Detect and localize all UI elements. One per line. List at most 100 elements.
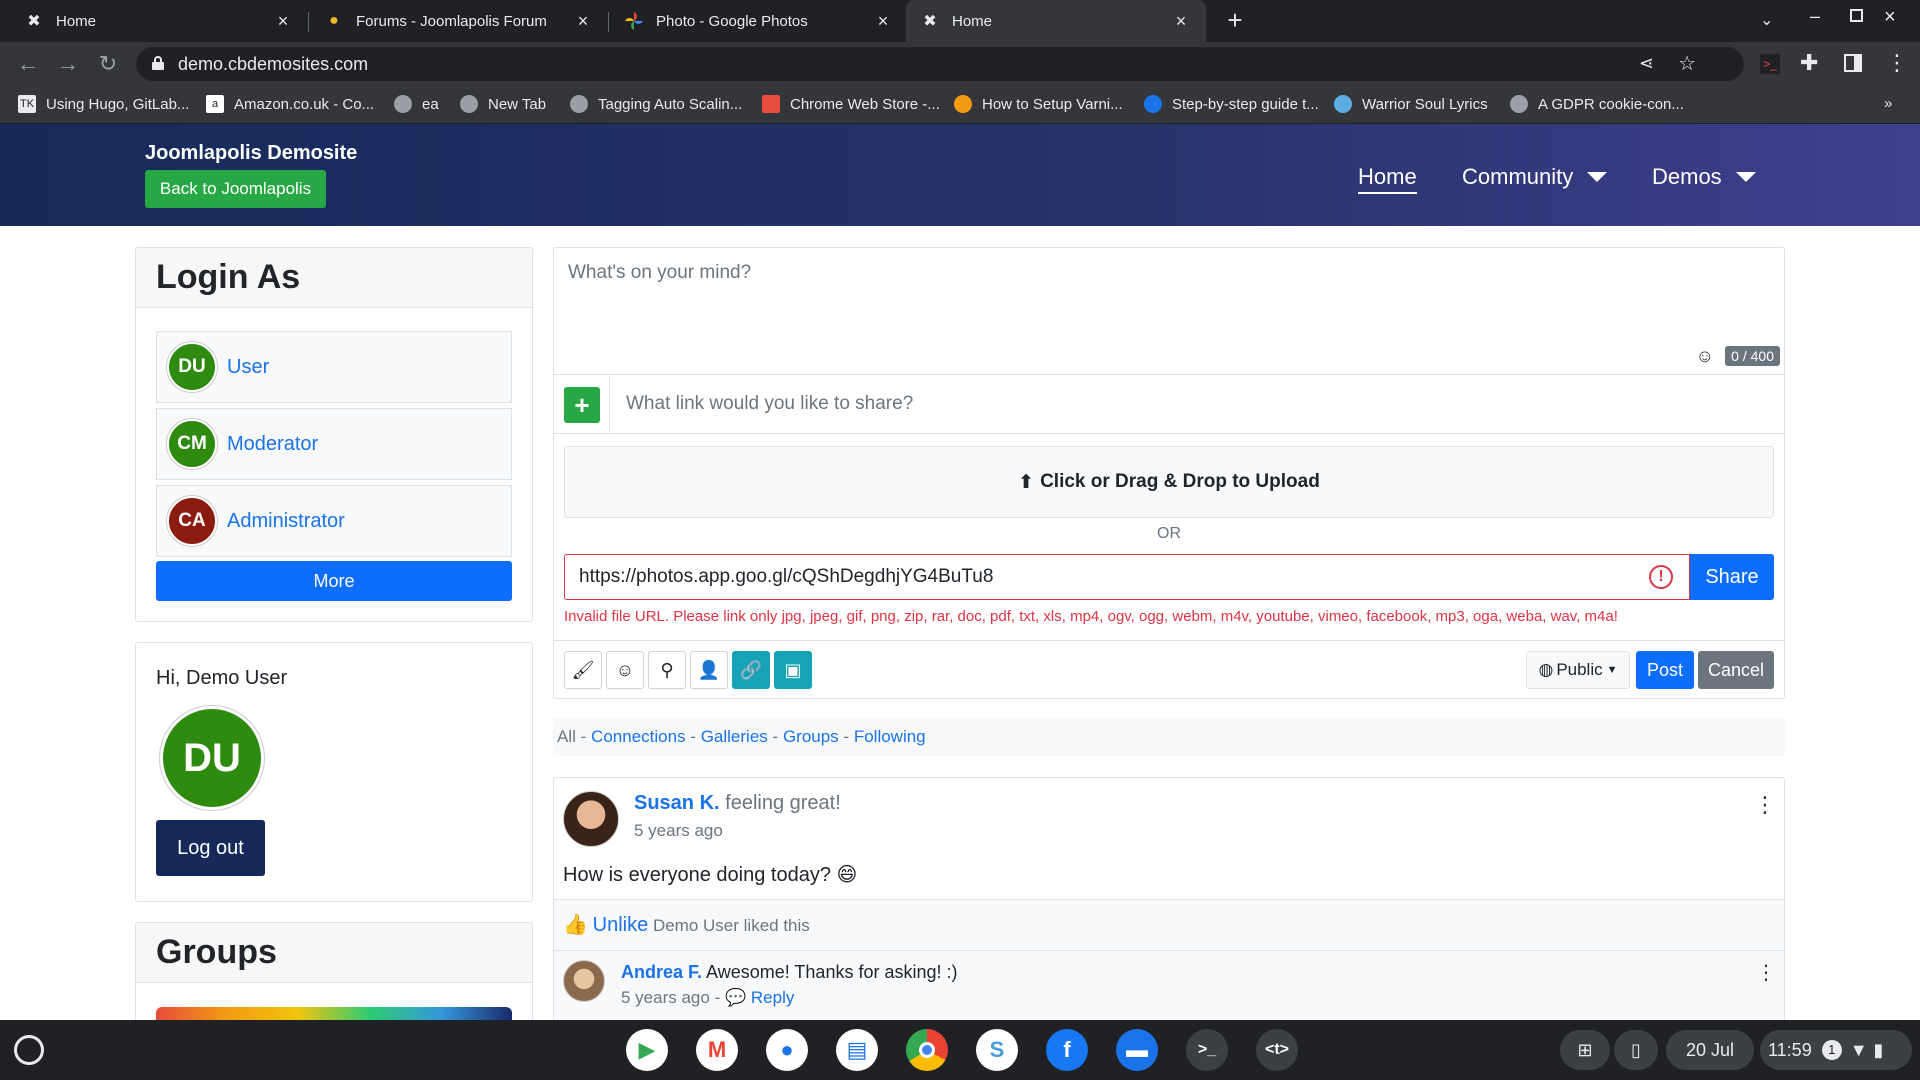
extension-terminal-icon[interactable]: >_ — [1760, 54, 1780, 74]
filter-groups[interactable]: Groups — [783, 727, 839, 747]
launcher-icon[interactable] — [14, 1035, 44, 1065]
emoji-icon[interactable]: ☺ — [606, 651, 644, 689]
docs-icon[interactable]: ▤ — [836, 1029, 878, 1071]
logout-button[interactable]: Log out — [156, 820, 265, 876]
rocket-icon — [954, 95, 972, 113]
browser-tab[interactable]: Photo - Google Photos × — [610, 0, 908, 42]
profile-avatar[interactable]: DU — [160, 706, 264, 810]
date-pill[interactable]: 20 Jul — [1666, 1030, 1754, 1070]
comment-timestamp[interactable]: 5 years ago — [621, 988, 710, 1007]
share-icon[interactable]: ⋖ — [1639, 53, 1654, 74]
tote-icon[interactable]: ⊞ — [1560, 1030, 1610, 1070]
tab-search-icon[interactable]: ⌄ — [1760, 10, 1773, 30]
bookmark-item[interactable]: Warrior Soul Lyrics — [1334, 95, 1488, 113]
unlike-link[interactable]: Unlike — [593, 914, 649, 936]
bookmark-item[interactable]: Tagging Auto Scalin... — [570, 95, 742, 113]
user-tag-icon[interactable]: 👤 — [690, 651, 728, 689]
bookmark-item[interactable]: A GDPR cookie-con... — [1510, 95, 1684, 113]
forward-icon[interactable]: → — [54, 50, 82, 78]
emoji-icon[interactable]: ☺ — [1696, 346, 1714, 367]
paintbrush-icon[interactable]: 🖌 — [564, 651, 602, 689]
comment-options-icon[interactable]: ⋮ — [1756, 960, 1776, 985]
post-button[interactable]: Post — [1636, 651, 1694, 689]
login-administrator-row[interactable]: CA Administrator — [156, 485, 512, 557]
location-pin-icon[interactable]: ⚲ — [648, 651, 686, 689]
close-window-icon[interactable]: × — [1884, 6, 1896, 29]
facebook-icon[interactable]: f — [1046, 1029, 1088, 1071]
chat-icon[interactable]: ● — [766, 1029, 808, 1071]
nav-home[interactable]: Home — [1358, 164, 1417, 194]
back-icon[interactable]: ← — [14, 50, 42, 78]
browser-tab-active[interactable]: ✖ Home × — [906, 0, 1206, 42]
nav-demos[interactable]: Demos — [1652, 164, 1756, 190]
avatar[interactable] — [563, 960, 605, 1002]
post-options-icon[interactable]: ⋮ — [1754, 792, 1776, 818]
post-author-link[interactable]: Susan K. — [634, 792, 720, 814]
terminal-icon[interactable]: >_ — [1186, 1029, 1228, 1071]
chrome-icon[interactable] — [906, 1029, 948, 1071]
google-photos-icon — [624, 11, 644, 31]
image-icon[interactable]: ▣ — [774, 651, 812, 689]
close-icon[interactable]: × — [872, 11, 894, 32]
phone-hub-icon[interactable]: ▯ — [1614, 1030, 1658, 1070]
privacy-dropdown[interactable]: ◍ Public ▼ — [1526, 651, 1630, 689]
add-link-button[interactable]: + — [564, 387, 600, 423]
filter-all[interactable]: All — [557, 727, 576, 747]
login-administrator-link[interactable]: Administrator — [227, 510, 345, 533]
more-menu-icon[interactable]: ⋮ — [1886, 50, 1908, 76]
more-bookmarks-icon[interactable]: » — [1884, 95, 1892, 112]
upload-dropzone[interactable]: ⬆ Click or Drag & Drop to Upload — [564, 446, 1774, 518]
link-icon[interactable]: 🔗 — [732, 651, 770, 689]
status-tray[interactable]: 11:59 1 ▼ ▮ — [1760, 1030, 1912, 1070]
chevron-down-icon — [1735, 172, 1756, 182]
bookmark-item[interactable]: Chrome Web Store -... — [762, 95, 940, 113]
filter-connections[interactable]: Connections — [591, 727, 686, 747]
new-tab-icon[interactable]: + — [1222, 7, 1248, 34]
post-timestamp[interactable]: 5 years ago — [634, 821, 723, 841]
bookmark-item[interactable]: New Tab — [460, 95, 546, 113]
close-icon[interactable]: × — [572, 11, 594, 32]
filter-following[interactable]: Following — [854, 727, 926, 747]
url-omnibox[interactable]: demo.cbdemosites.com ⋖ ☆ — [136, 47, 1744, 81]
bookmark-star-icon[interactable]: ☆ — [1678, 51, 1696, 76]
cancel-button[interactable]: Cancel — [1698, 651, 1774, 689]
grin-emoji: 😄 — [836, 864, 858, 886]
gmail-icon[interactable]: M — [696, 1029, 738, 1071]
thumbs-up-icon[interactable]: 👍 — [563, 914, 588, 936]
code-editor-icon[interactable]: <t> — [1256, 1029, 1298, 1071]
reload-icon[interactable]: ↻ — [94, 50, 122, 78]
bookmark-item[interactable]: a Amazon.co.uk - Co... — [206, 95, 374, 113]
close-icon[interactable]: × — [1170, 11, 1192, 32]
bookmark-item[interactable]: Step-by-step guide t... — [1144, 95, 1319, 113]
browser-tab[interactable]: ● Forums - Joomlapolis Forum × — [310, 0, 608, 42]
login-moderator-link[interactable]: Moderator — [227, 433, 318, 456]
file-url-input[interactable]: https://photos.app.goo.gl/cQShDegdhjYG4B… — [564, 554, 1690, 600]
side-panel-icon[interactable] — [1844, 54, 1862, 72]
play-store-icon[interactable]: ▶ — [626, 1029, 668, 1071]
bookmark-item[interactable]: How to Setup Varni... — [954, 95, 1123, 113]
comment-author-link[interactable]: Andrea F. — [621, 962, 702, 982]
more-button[interactable]: More — [156, 561, 512, 601]
simplenote-icon[interactable]: S — [976, 1029, 1018, 1071]
close-icon[interactable]: × — [272, 11, 294, 32]
bookmark-item[interactable]: ea — [394, 95, 439, 113]
avatar[interactable] — [563, 791, 619, 847]
nav-community[interactable]: Community — [1462, 164, 1608, 190]
filter-galleries[interactable]: Galleries — [701, 727, 768, 747]
restore-icon[interactable] — [1850, 9, 1863, 22]
login-user-link[interactable]: User — [227, 356, 269, 379]
files-icon[interactable]: ▬ — [1116, 1029, 1158, 1071]
share-button[interactable]: Share — [1690, 554, 1774, 600]
reply-icon[interactable]: 💬 — [725, 988, 746, 1007]
reply-link[interactable]: Reply — [751, 988, 794, 1007]
extensions-puzzle-icon[interactable]: ✚ — [1800, 50, 1818, 76]
back-to-joomlapolis-button[interactable]: Back to Joomlapolis — [145, 170, 326, 208]
minimize-icon[interactable]: – — [1810, 6, 1820, 27]
browser-tab[interactable]: ✖ Home × — [10, 0, 308, 42]
login-moderator-row[interactable]: CM Moderator — [156, 408, 512, 480]
login-user-row[interactable]: DU User — [156, 331, 512, 403]
bookmark-item[interactable]: TK Using Hugo, GitLab... — [18, 95, 189, 113]
avatar: DU — [167, 342, 217, 392]
link-input[interactable]: What link would you like to share? — [626, 393, 913, 415]
status-textarea[interactable]: What's on your mind? — [568, 262, 751, 284]
